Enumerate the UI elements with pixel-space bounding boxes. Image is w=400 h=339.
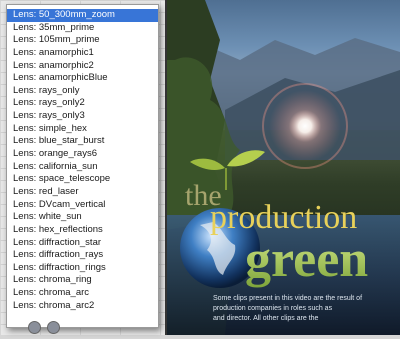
lens-menu-item[interactable]: Lens: space_telescope [7, 173, 158, 186]
settings-button[interactable] [28, 321, 41, 334]
lens-menu-item[interactable]: Lens: chroma_arc2 [7, 300, 158, 313]
lens-menu-item[interactable]: Lens: red_laser [7, 186, 158, 199]
lens-menu-item[interactable]: Lens: white_sun [7, 211, 158, 224]
preview-image: the production green Some clips present … [165, 0, 400, 335]
lens-menu-item[interactable]: Lens: rays_only2 [7, 97, 158, 110]
options-button[interactable] [47, 321, 60, 334]
lens-menu-item[interactable]: Lens: 35mm_prime [7, 22, 158, 35]
lens-menu-item[interactable]: Lens: simple_hex [7, 123, 158, 136]
lens-menu-item[interactable]: Lens: anamorphic2 [7, 60, 158, 73]
preview-divider [165, 0, 167, 335]
lens-menu-item[interactable]: Lens: 105mm_prime [7, 34, 158, 47]
video-preview: the production green Some clips present … [165, 0, 400, 335]
left-panel: Lens: 50_300mm_zoom Lens: 35mm_prime Lens:… [0, 0, 165, 335]
lens-list: Lens: 50_300mm_zoom Lens: 35mm_prime Lens:… [7, 5, 158, 312]
lens-menu-item[interactable]: Lens: chroma_arc [7, 287, 158, 300]
caption-line-3: and director. All other clips are the [213, 315, 319, 322]
lens-menu-item[interactable]: Lens: california_sun [7, 161, 158, 174]
lens-menu-item[interactable]: Lens: diffraction_rings [7, 262, 158, 275]
lens-menu-item[interactable]: Lens: anamorphicBlue [7, 72, 158, 85]
caption-line-2: production companies in roles such as [213, 305, 333, 312]
lens-menu-item[interactable]: Lens: chroma_ring [7, 274, 158, 287]
lens-flare [269, 90, 341, 162]
panel-bottom-controls [28, 321, 66, 339]
lens-menu-item[interactable]: Lens: rays_only3 [7, 110, 158, 123]
lens-menu-item[interactable]: Lens: DVcam_vertical [7, 199, 158, 212]
lens-menu-item[interactable]: Lens: orange_rays6 [7, 148, 158, 161]
lens-menu-item[interactable]: Lens: diffraction_star [7, 237, 158, 250]
logo-green: green [245, 231, 368, 288]
lens-menu-item[interactable]: Lens: anamorphic1 [7, 47, 158, 60]
lens-menu-item[interactable]: Lens: hex_reflections [7, 224, 158, 237]
lens-menu-item[interactable]: Lens: rays_only [7, 85, 158, 98]
caption-line-1: Some clips present in this video are the… [213, 295, 362, 302]
lens-menu-item[interactable]: Lens: 50_300mm_zoom [7, 9, 158, 22]
lens-menu-item[interactable]: Lens: diffraction_rays [7, 249, 158, 262]
lens-menu-item[interactable]: Lens: blue_star_burst [7, 135, 158, 148]
lens-popup-menu[interactable]: Lens: 50_300mm_zoom Lens: 35mm_prime Lens:… [6, 4, 159, 328]
